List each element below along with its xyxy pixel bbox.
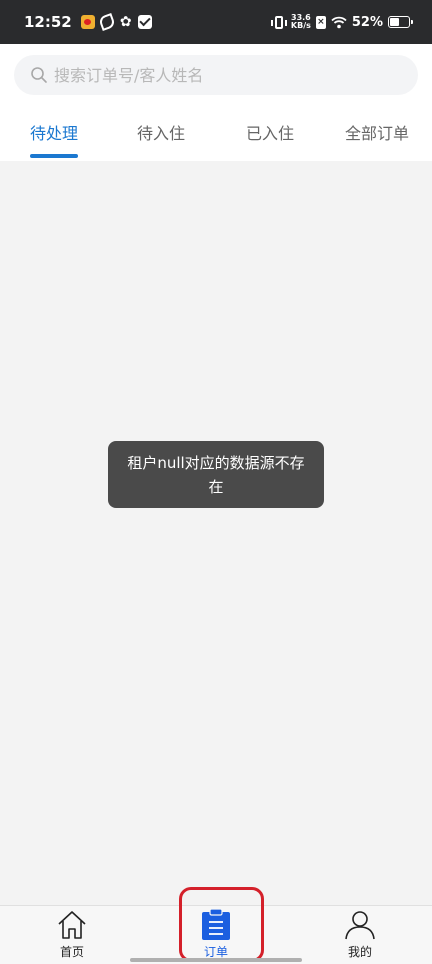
weibo-notification-icon <box>80 15 95 29</box>
order-status-tabs: 待处理 待入住 已入住 全部订单 <box>0 116 432 161</box>
vibrate-icon <box>270 15 287 29</box>
battery-icon <box>388 16 413 28</box>
tab-awaiting-checkin-label: 待入住 <box>137 124 186 143</box>
tab-checked-in-label: 已入住 <box>246 124 295 143</box>
flower-notification-icon <box>119 15 133 29</box>
profile-icon <box>344 910 376 940</box>
network-speed: 33.6 KB/s <box>291 14 311 30</box>
status-bar-left: 12:52 <box>24 13 152 31</box>
nav-home[interactable]: 首页 <box>32 906 112 964</box>
battery-percentage: 52% <box>351 14 383 30</box>
home-icon <box>56 910 88 940</box>
tab-pending[interactable]: 待处理 <box>30 116 78 161</box>
highlight-annotation <box>179 887 264 962</box>
status-bar-right: 33.6 KB/s × 52% <box>270 14 413 30</box>
header-area: 待处理 待入住 已入住 全部订单 <box>0 44 432 161</box>
tab-pending-label: 待处理 <box>30 124 79 143</box>
home-gesture-bar[interactable] <box>130 958 302 962</box>
no-sim-icon: × <box>315 15 326 29</box>
battery-level <box>390 18 400 26</box>
order-list-area <box>0 161 432 905</box>
wifi-icon <box>331 16 347 29</box>
search-bar[interactable] <box>14 55 418 95</box>
network-speed-unit: KB/s <box>290 21 311 30</box>
tab-awaiting-checkin[interactable]: 待入住 <box>137 116 185 161</box>
tab-checked-in[interactable]: 已入住 <box>246 116 294 161</box>
status-time: 12:52 <box>24 13 72 31</box>
tab-all-orders[interactable]: 全部订单 <box>345 116 409 161</box>
search-input[interactable] <box>54 65 394 85</box>
active-tab-indicator <box>30 154 78 158</box>
app-notification-icon <box>97 13 116 31</box>
search-icon <box>30 66 48 84</box>
tab-all-orders-label: 全部订单 <box>345 124 410 143</box>
status-bar: 12:52 33.6 KB/s × 52% <box>0 0 432 44</box>
toast-message: 租户null对应的数据源不存在 <box>108 441 324 508</box>
message-notification-icon <box>137 15 152 29</box>
nav-profile[interactable]: 我的 <box>320 906 400 964</box>
nav-profile-label: 我的 <box>347 945 372 959</box>
nav-home-label: 首页 <box>59 945 84 959</box>
